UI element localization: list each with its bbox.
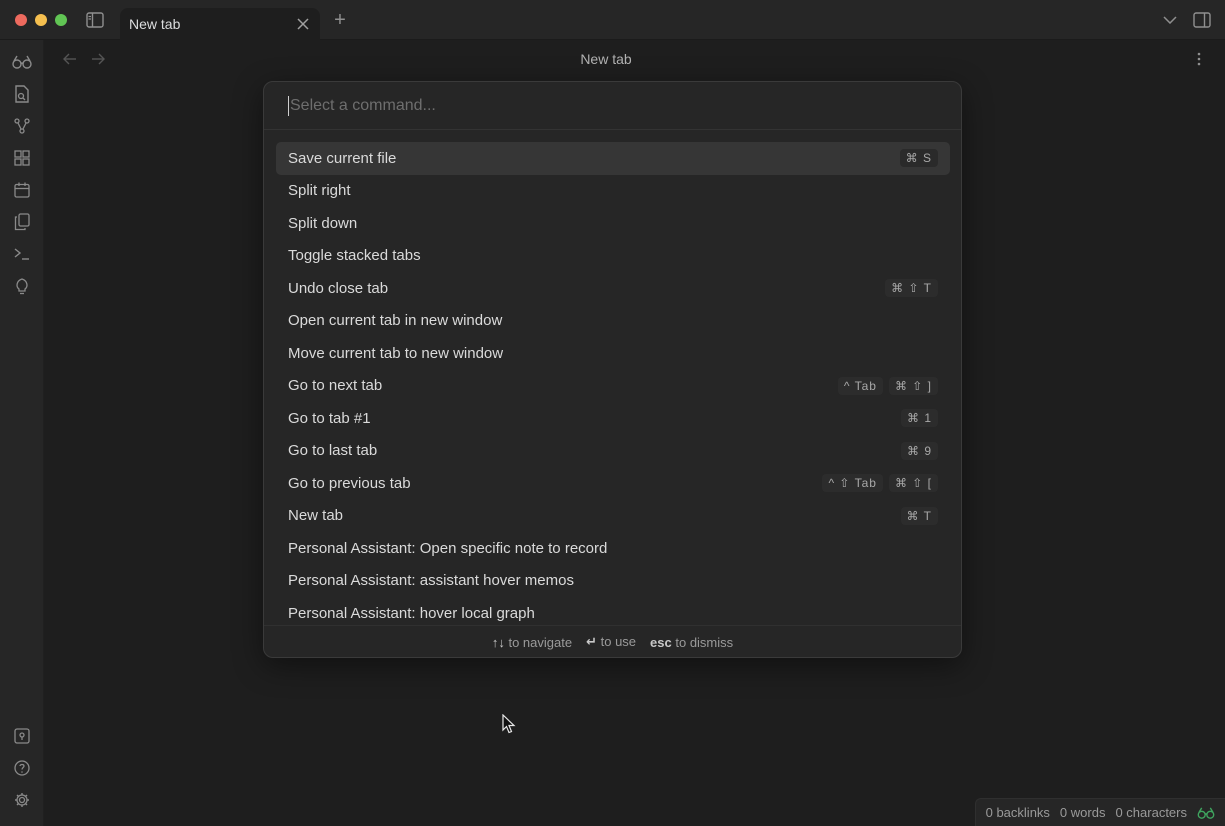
file-search-icon[interactable] xyxy=(12,84,32,104)
command-label: Go to last tab xyxy=(288,442,378,460)
canvas-grid-icon[interactable] xyxy=(12,148,32,168)
command-item[interactable]: Split right xyxy=(276,175,950,208)
command-item[interactable]: Move current tab to new window xyxy=(276,337,950,370)
status-bar: 0 backlinks 0 words 0 characters xyxy=(974,798,1225,826)
hotkey-badge: ⌘ 1 xyxy=(900,409,938,428)
command-label: Open current tab in new window xyxy=(288,312,503,330)
command-item[interactable]: Go to tab #1 ⌘ 1 xyxy=(276,402,950,435)
command-item[interactable]: Go to last tab ⌘ 9 xyxy=(276,435,950,468)
command-hotkeys: ⌘ 1 xyxy=(900,409,938,428)
view-header: New tab xyxy=(44,40,1225,78)
command-search-placeholder: Select a command... xyxy=(290,96,436,114)
left-ribbon xyxy=(0,40,44,826)
command-hotkeys: ^ Tab ⌘ ⇧ ] xyxy=(837,376,938,395)
command-label: Personal Assistant: assistant hover memo… xyxy=(288,572,574,590)
calendar-icon[interactable] xyxy=(12,180,32,200)
terminal-icon[interactable] xyxy=(12,244,32,264)
command-item[interactable]: Save current file ⌘ S xyxy=(276,142,950,175)
command-label: Toggle stacked tabs xyxy=(288,247,421,265)
command-hotkeys: ⌘ T xyxy=(900,506,938,525)
hotkey-badge: ^ ⇧ Tab xyxy=(822,474,883,493)
command-label: Save current file xyxy=(288,149,397,167)
maximize-window-button[interactable] xyxy=(55,14,67,26)
copy-files-icon[interactable] xyxy=(12,212,32,232)
more-options-icon[interactable] xyxy=(1191,51,1207,67)
hotkey-badge: ⌘ ⇧ [ xyxy=(888,474,938,493)
command-label: New tab xyxy=(288,507,344,525)
command-item[interactable]: Split down xyxy=(276,207,950,240)
command-search-input[interactable]: Select a command... xyxy=(264,82,961,130)
toggle-right-sidebar-icon[interactable] xyxy=(1193,11,1211,29)
hotkey-badge: ⌘ T xyxy=(900,506,938,525)
hotkey-badge: ⌘ 9 xyxy=(900,441,938,460)
command-hotkeys: ^ ⇧ Tab ⌘ ⇧ [ xyxy=(822,474,938,493)
command-item[interactable]: Undo close tab ⌘ ⇧ T xyxy=(276,272,950,305)
command-item[interactable]: Toggle stacked tabs xyxy=(276,240,950,273)
command-label: Go to tab #1 xyxy=(288,409,371,427)
command-palette: Select a command... Save current file ⌘ S… xyxy=(263,81,962,658)
vault-switcher-icon[interactable] xyxy=(12,726,32,746)
hotkey-badge: ^ Tab xyxy=(837,376,883,395)
command-hotkeys: ⌘ 9 xyxy=(900,441,938,460)
command-label: Personal Assistant: Open specific note t… xyxy=(288,539,608,557)
mouse-cursor-icon xyxy=(502,714,516,734)
command-hotkeys: ⌘ ⇧ T xyxy=(885,279,938,298)
command-label: Move current tab to new window xyxy=(288,344,504,362)
hotkey-badge: ⌘ ⇧ ] xyxy=(888,376,938,395)
lightbulb-icon[interactable] xyxy=(12,276,32,296)
instruction-dismiss: esc to dismiss xyxy=(650,634,734,650)
command-label: Personal Assistant: hover local graph xyxy=(288,604,535,622)
command-label: Go to next tab xyxy=(288,377,383,395)
hotkey-badge: ⌘ S xyxy=(899,149,938,168)
command-label: Undo close tab xyxy=(288,279,389,297)
view-title: New tab xyxy=(580,51,632,67)
graph-view-icon[interactable] xyxy=(12,116,32,136)
backlinks-count[interactable]: 0 backlinks xyxy=(986,805,1050,820)
command-item[interactable]: New tab ⌘ T xyxy=(276,500,950,533)
instruction-navigate: ↑↓ to navigate xyxy=(491,634,573,650)
new-tab-button[interactable]: + xyxy=(330,10,350,30)
instruction-use: ↵ to use xyxy=(586,634,637,649)
glasses-status-icon[interactable] xyxy=(1197,807,1215,819)
title-bar: New tab + xyxy=(0,0,1225,40)
command-item[interactable]: Personal Assistant: Open specific note t… xyxy=(276,532,950,565)
palette-instructions: ↑↓ to navigate ↵ to use esc to dismiss xyxy=(264,625,961,657)
toggle-left-sidebar-icon[interactable] xyxy=(86,11,104,29)
command-list: Save current file ⌘ S Split right Split dow… xyxy=(276,142,950,630)
command-label: Go to previous tab xyxy=(288,474,411,492)
hotkey-badge: ⌘ ⇧ T xyxy=(885,279,938,298)
tab-title: New tab xyxy=(129,16,181,32)
command-item[interactable]: Personal Assistant: assistant hover memo… xyxy=(276,565,950,598)
tab-list-chevron-down-icon[interactable] xyxy=(1162,12,1178,28)
command-label: Split right xyxy=(288,182,351,200)
close-tab-icon[interactable] xyxy=(294,15,312,33)
settings-gear-icon[interactable] xyxy=(12,790,32,810)
command-label: Split down xyxy=(288,214,358,232)
text-caret xyxy=(288,95,289,116)
command-item[interactable]: Go to previous tab ^ ⇧ Tab ⌘ ⇧ [ xyxy=(276,467,950,500)
command-hotkeys: ⌘ S xyxy=(899,149,938,168)
command-item[interactable]: Open current tab in new window xyxy=(276,305,950,338)
word-count: 0 words xyxy=(1059,805,1106,820)
command-item[interactable]: Go to next tab ^ Tab ⌘ ⇧ ] xyxy=(276,370,950,403)
tab-new-tab[interactable]: New tab xyxy=(120,8,320,40)
close-window-button[interactable] xyxy=(15,14,27,26)
help-icon[interactable] xyxy=(12,758,32,778)
character-count: 0 characters xyxy=(1115,805,1187,820)
minimize-window-button[interactable] xyxy=(35,14,47,26)
